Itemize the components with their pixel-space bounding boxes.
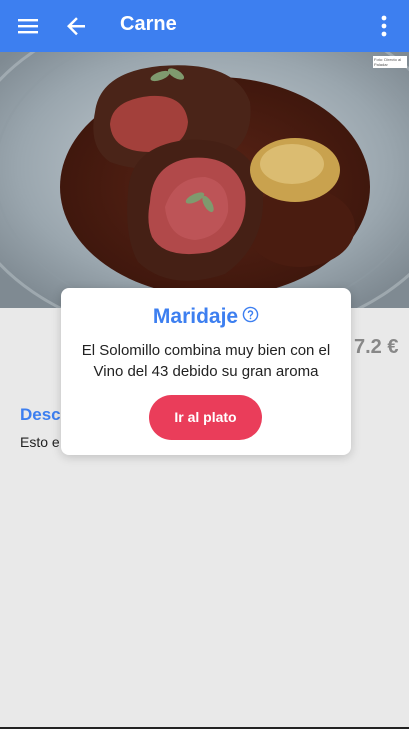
pairing-dialog: Maridaje El Solomillo combina muy bien c…: [61, 288, 351, 455]
photo-credit: Foto: Directo al Paladar: [373, 56, 407, 68]
help-circle-icon[interactable]: [242, 305, 259, 322]
dialog-title: Maridaje: [152, 305, 239, 328]
more-vert-icon[interactable]: [370, 12, 398, 40]
go-to-dish-button[interactable]: Ir al plato: [149, 395, 262, 440]
dialog-message: El Solomillo combina muy bien con el Vin…: [81, 342, 331, 380]
menu-icon[interactable]: [14, 12, 42, 40]
page-title: Carne: [120, 13, 177, 35]
dialog-header: Maridaje: [61, 305, 351, 329]
arrow-back-icon[interactable]: [62, 12, 90, 40]
description-text: Esto e: [20, 434, 60, 450]
app-bar: Carne: [0, 0, 409, 52]
dish-image: Foto: Directo al Paladar: [0, 52, 409, 308]
description-title: Desc: [20, 405, 61, 424]
dish-price: 7.2 €: [354, 336, 399, 358]
